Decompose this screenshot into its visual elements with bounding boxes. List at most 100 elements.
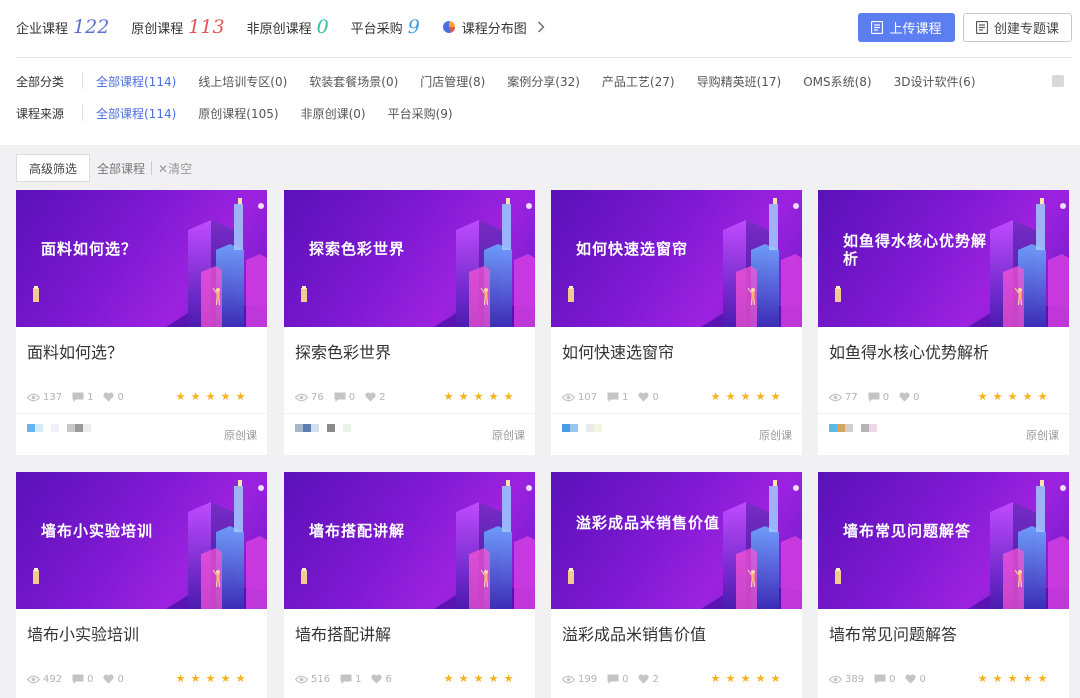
cover-illustration	[568, 480, 802, 609]
course-cover[interactable]: 溢彩成品米销售价值	[551, 472, 802, 609]
course-card[interactable]: 探索色彩世界 探索色彩世界 76 0 2 ★ ★ ★ ★ ★ 原创课	[284, 190, 535, 455]
course-cover[interactable]: 面料如何选？	[16, 190, 267, 327]
course-card[interactable]: 墙布常见问题解答 墙布常见问题解答 389 0 0 ★ ★ ★ ★ ★	[818, 472, 1069, 698]
views-value: 199	[578, 673, 598, 685]
eye-icon	[562, 675, 575, 683]
category-option[interactable]: 案例分享(32)	[507, 73, 580, 90]
views-count: 107	[562, 392, 597, 403]
course-card[interactable]: 溢彩成品米销售价值 溢彩成品米销售价值 199 0 2 ★ ★ ★ ★ ★	[551, 472, 802, 698]
course-title[interactable]: 墙布常见问题解答	[829, 621, 957, 645]
likes-value: 0	[652, 391, 659, 403]
advanced-filter-button[interactable]: 高级筛选	[16, 154, 90, 182]
comments-count: 1	[607, 392, 628, 403]
heart-icon	[638, 674, 650, 684]
course-title[interactable]: 墙布小实验培训	[27, 621, 139, 645]
course-title[interactable]: 面料如何选？	[27, 339, 123, 363]
category-option[interactable]: 全部课程(114)	[96, 73, 176, 90]
star-icon: ★	[190, 390, 201, 403]
cover-title: 墙布小实验培训	[41, 522, 154, 540]
create-topic-course-label: 创建专题课	[993, 22, 1059, 37]
create-topic-course-button[interactable]: 创建专题课	[963, 13, 1072, 42]
course-cover[interactable]: 如何快速选窗帘	[551, 190, 802, 327]
author-avatar-blurred	[295, 424, 395, 440]
comment-icon	[72, 674, 84, 684]
stat-label: 企业课程	[16, 22, 69, 37]
star-icon: ★	[205, 390, 216, 403]
category-option[interactable]: OMS系统(8)	[803, 73, 871, 90]
course-cover[interactable]: 墙布常见问题解答	[818, 472, 1069, 609]
comment-icon	[868, 392, 880, 402]
star-icon: ★	[725, 390, 736, 403]
views-value: 516	[311, 673, 331, 685]
category-filter-row: 全部分类 全部课程(114) 线上培训专区(0) 软装套餐场景(0) 门店管理(…	[16, 71, 998, 91]
comments-count: 0	[874, 674, 895, 685]
course-card[interactable]: 面料如何选？ 面料如何选？ 137 1 0 ★ ★ ★ ★ ★ 原创课	[16, 190, 267, 455]
course-metrics: 389 0 0	[829, 672, 936, 686]
document-icon	[975, 21, 988, 34]
header-divider	[16, 57, 1072, 58]
filter-divider	[82, 105, 83, 121]
course-cover[interactable]: 如鱼得水核心优势解析	[818, 190, 1069, 327]
stat-platform-purchase: 平台采购 9	[351, 16, 420, 38]
star-icon: ★	[992, 672, 1003, 685]
upload-course-button[interactable]: 上传课程	[858, 13, 955, 42]
likes-count: 2	[365, 392, 385, 403]
stat-value: 122	[73, 16, 110, 38]
comments-count: 0	[868, 392, 889, 403]
expand-categories-toggle[interactable]	[1052, 75, 1064, 87]
course-card[interactable]: 墙布搭配讲解 墙布搭配讲解 516 1 6 ★ ★ ★ ★ ★	[284, 472, 535, 698]
star-icon: ★	[755, 390, 766, 403]
likes-count: 2	[638, 674, 659, 685]
rating-stars: ★ ★ ★ ★ ★	[441, 390, 516, 403]
views-value: 77	[845, 391, 858, 403]
star-icon: ★	[503, 390, 514, 403]
comments-value: 1	[622, 391, 629, 403]
card-divider	[284, 413, 535, 414]
category-option[interactable]: 产品工艺(27)	[602, 73, 675, 90]
source-option[interactable]: 原创课程(105)	[198, 105, 278, 122]
likes-value: 0	[117, 673, 124, 685]
star-icon: ★	[175, 390, 186, 403]
comments-value: 0	[889, 673, 896, 685]
course-title[interactable]: 如何快速选窗帘	[562, 339, 674, 363]
comments-value: 1	[355, 673, 362, 685]
star-icon: ★	[740, 390, 751, 403]
category-option[interactable]: 3D设计软件(6)	[894, 73, 976, 90]
likes-value: 0	[919, 673, 926, 685]
source-option[interactable]: 全部课程(114)	[96, 105, 176, 122]
star-icon: ★	[755, 672, 766, 685]
course-card[interactable]: 如鱼得水核心优势解析 如鱼得水核心优势解析 77 0 0 ★ ★ ★ ★ ★ 原创课	[818, 190, 1069, 455]
category-option[interactable]: 导购精英班(17)	[697, 73, 782, 90]
rating-stars: ★ ★ ★ ★ ★	[441, 672, 516, 685]
course-distribution-link[interactable]: 课程分布图	[442, 18, 545, 37]
active-filter-tag: 全部课程	[97, 161, 146, 176]
likes-count: 0	[103, 673, 124, 685]
source-option[interactable]: 平台采购(9)	[388, 105, 453, 122]
category-option[interactable]: 线上培训专区(0)	[198, 73, 287, 90]
views-value: 137	[43, 391, 63, 403]
course-cover[interactable]: 探索色彩世界	[284, 190, 535, 327]
clear-filters-button[interactable]: ✕清空	[158, 160, 192, 177]
star-icon: ★	[1022, 672, 1033, 685]
comments-count: 1	[72, 392, 93, 403]
course-title[interactable]: 墙布搭配讲解	[295, 621, 391, 645]
course-title[interactable]: 探索色彩世界	[295, 339, 391, 363]
course-cover[interactable]: 墙布小实验培训	[16, 472, 267, 609]
active-filters-bar: 高级筛选 全部课程 ✕清空	[16, 154, 192, 182]
course-title[interactable]: 溢彩成品米销售价值	[562, 621, 706, 645]
source-option[interactable]: 非原创课(0)	[301, 105, 366, 122]
eye-icon	[295, 393, 308, 401]
course-card[interactable]: 如何快速选窗帘 如何快速选窗帘 107 1 0 ★ ★ ★ ★ ★ 原创课	[551, 190, 802, 455]
card-divider	[551, 413, 802, 414]
course-card[interactable]: 墙布小实验培训 墙布小实验培训 492 0 0 ★ ★ ★ ★ ★	[16, 472, 267, 698]
course-cover[interactable]: 墙布搭配讲解	[284, 472, 535, 609]
views-count: 77	[829, 392, 858, 403]
course-title[interactable]: 如鱼得水核心优势解析	[829, 339, 989, 363]
cover-illustration	[568, 198, 802, 327]
category-option[interactable]: 门店管理(8)	[420, 73, 485, 90]
star-icon: ★	[1037, 672, 1048, 685]
eye-icon	[829, 393, 842, 401]
views-count: 199	[562, 674, 597, 685]
close-icon: ✕	[158, 161, 169, 176]
category-option[interactable]: 软装套餐场景(0)	[309, 73, 398, 90]
